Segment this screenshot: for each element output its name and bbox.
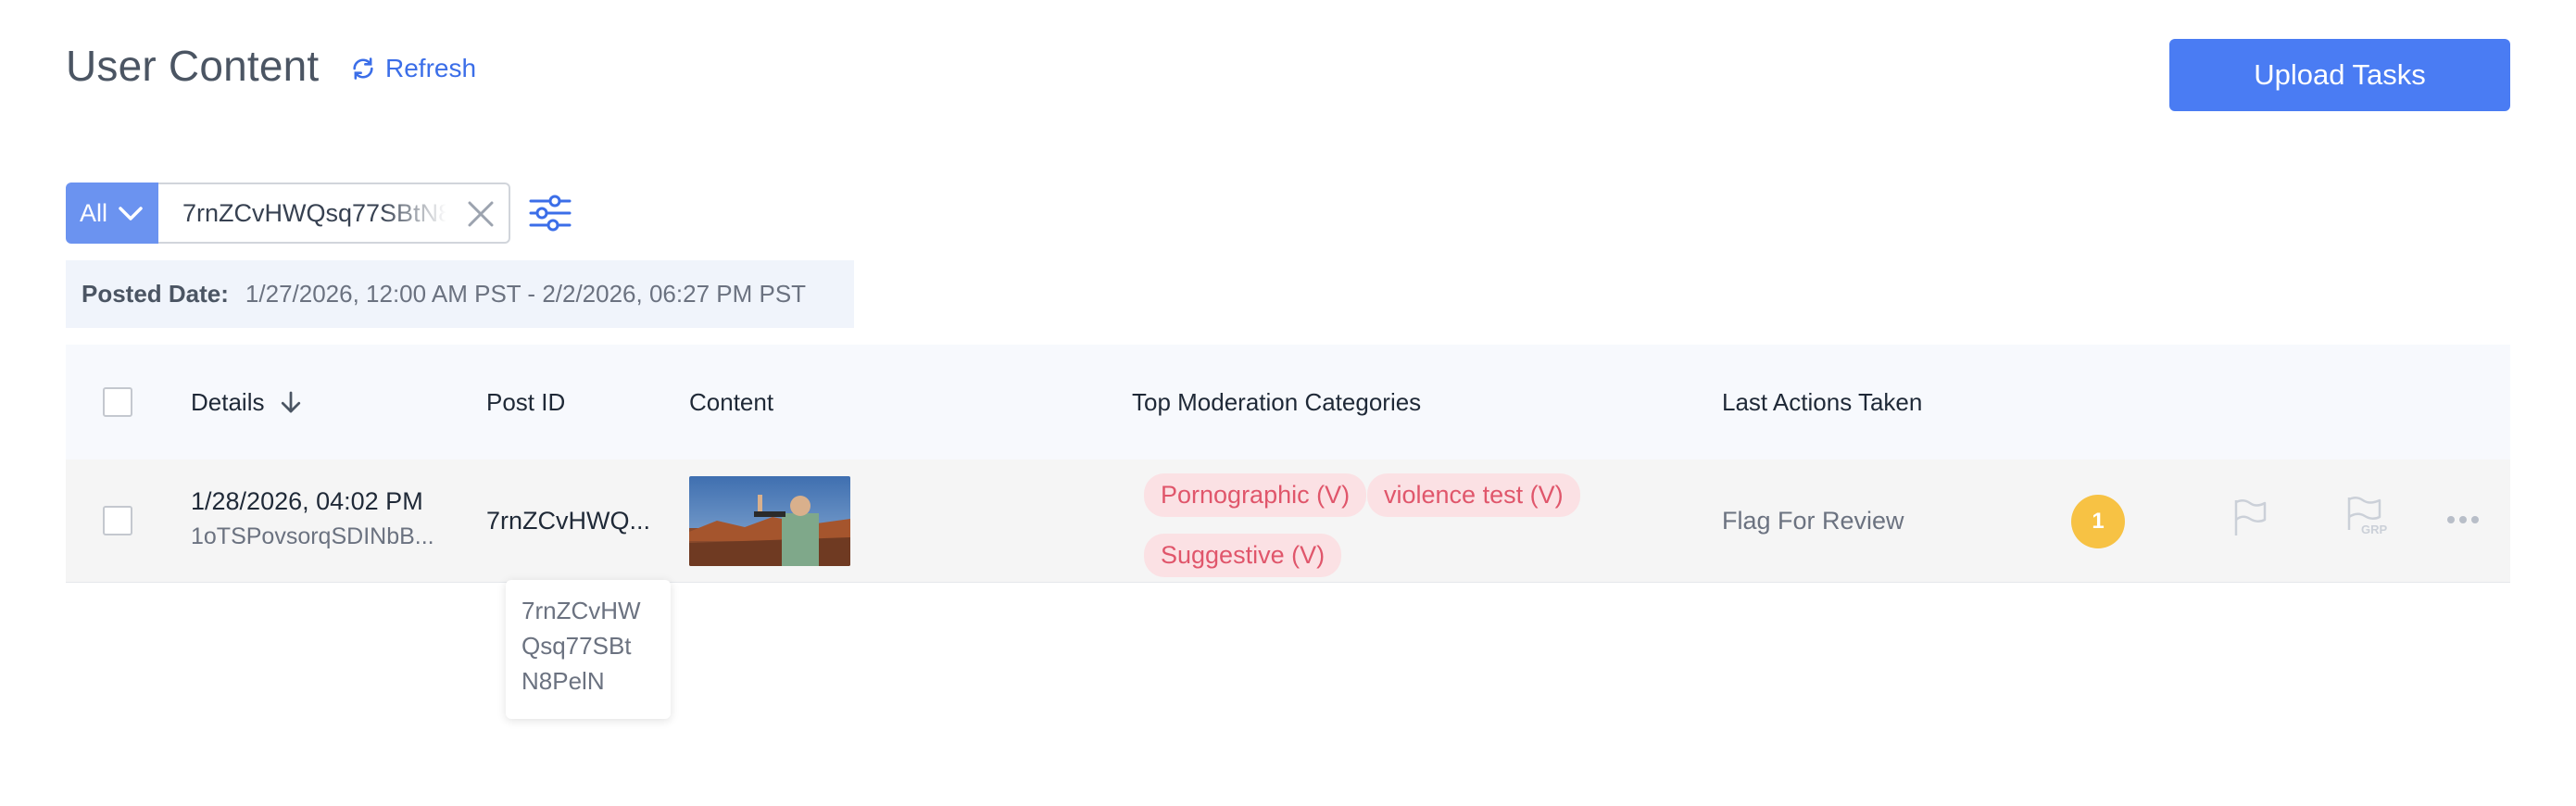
- arrow-down-icon: [282, 391, 301, 413]
- more-options-icon[interactable]: [2446, 513, 2480, 526]
- moderation-tag: Suggestive (V): [1144, 534, 1342, 577]
- post-id[interactable]: 7rnZCvHWQ...: [486, 507, 650, 535]
- posted-date-filter[interactable]: Posted Date: 1/27/2026, 12:00 AM PST - 2…: [66, 260, 854, 328]
- filter-sliders-icon[interactable]: [527, 192, 573, 234]
- column-details-label: Details: [191, 387, 265, 416]
- close-icon[interactable]: [464, 197, 497, 231]
- table-header: Details Post ID Content Top Moderation C…: [66, 345, 2510, 460]
- row-checkbox[interactable]: [103, 506, 132, 535]
- details-cell: 1/28/2026, 04:02 PM 1oTSPovsorqSDINbB...: [191, 487, 434, 550]
- column-last-actions: Last Actions Taken: [1722, 387, 1923, 416]
- column-post-id: Post ID: [486, 387, 566, 416]
- content-thumbnail[interactable]: [689, 476, 850, 566]
- select-all-checkbox[interactable]: [103, 387, 132, 417]
- page-title: User Content: [66, 42, 320, 90]
- tooltip-line: 7rnZCvHW: [521, 597, 641, 624]
- tooltip-line: Qsq77SBt: [521, 632, 632, 660]
- search-box: [158, 183, 510, 244]
- refresh-icon: [353, 57, 373, 80]
- table-row[interactable]: 1/28/2026, 04:02 PM 1oTSPovsorqSDINbB...…: [66, 460, 2510, 583]
- scope-select[interactable]: All: [66, 183, 158, 244]
- moderation-tag: Pornographic (V): [1144, 473, 1367, 517]
- posted-date-value: 1/27/2026, 12:00 AM PST - 2/2/2026, 06:2…: [245, 280, 807, 308]
- column-content: Content: [689, 387, 774, 416]
- posted-date: 1/28/2026, 04:02 PM: [191, 487, 423, 515]
- posted-date-label: Posted Date:: [82, 280, 229, 308]
- post-id-tooltip: 7rnZCvHW Qsq77SBt N8PelN: [506, 580, 671, 719]
- group-flag-icon[interactable]: GRP: [2344, 495, 2388, 543]
- moderation-tag: violence test (V): [1367, 473, 1580, 517]
- flag-icon[interactable]: [2231, 497, 2268, 537]
- tooltip-line: N8PelN: [521, 667, 605, 695]
- column-details[interactable]: Details: [191, 345, 305, 460]
- upload-tasks-button[interactable]: Upload Tasks: [2169, 39, 2510, 111]
- refresh-label: Refresh: [385, 54, 477, 82]
- search-input[interactable]: [182, 198, 446, 228]
- user-id: 1oTSPovsorqSDINbB...: [191, 523, 434, 549]
- search-filter-bar: All: [66, 183, 573, 244]
- grp-label: GRP: [2361, 523, 2388, 536]
- content-table: Details Post ID Content Top Moderation C…: [66, 345, 2510, 583]
- refresh-button[interactable]: Refresh: [350, 54, 476, 83]
- content-image: [689, 476, 850, 566]
- chevron-down-icon: [119, 207, 143, 220]
- scope-select-value: All: [79, 198, 107, 227]
- action-count-badge[interactable]: 1: [2071, 495, 2125, 548]
- column-moderation-categories: Top Moderation Categories: [1132, 387, 1422, 416]
- last-action: Flag For Review: [1722, 507, 1904, 535]
